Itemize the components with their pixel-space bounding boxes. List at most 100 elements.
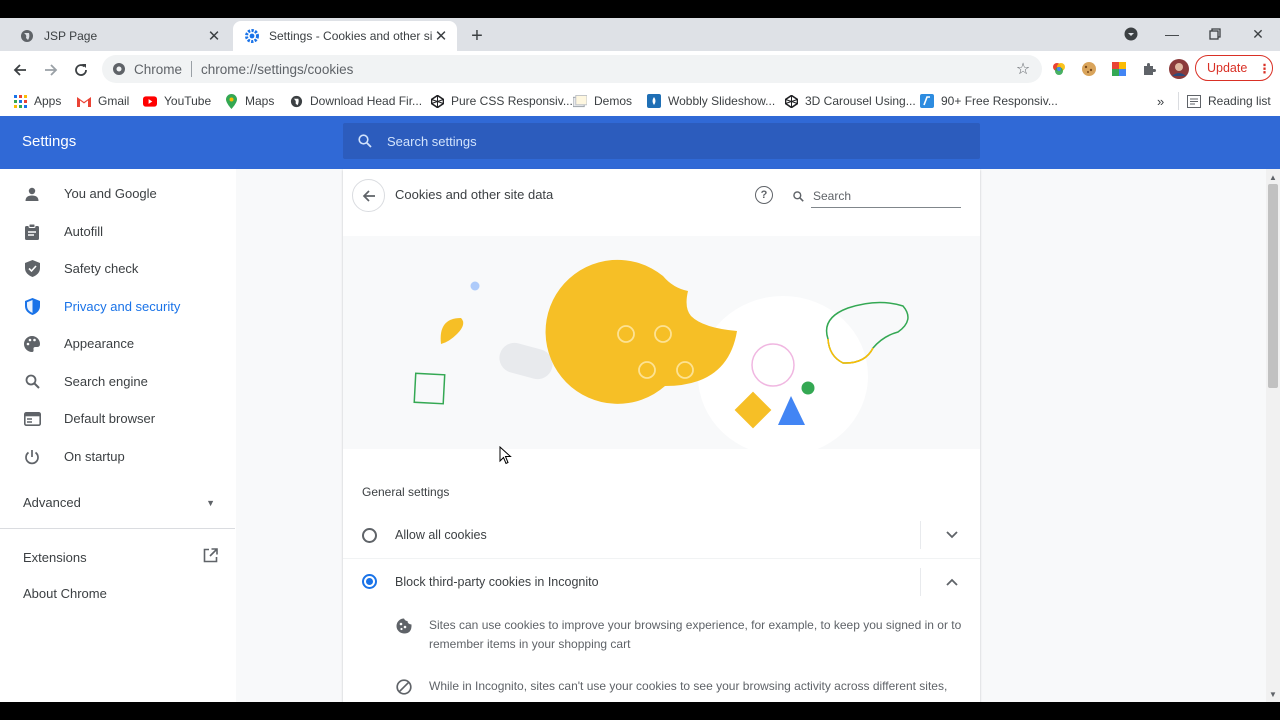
apps-grid-icon: [13, 94, 27, 108]
page-title: Cookies and other site data: [395, 187, 554, 202]
general-settings-heading: General settings: [362, 485, 450, 499]
sidebar-item-label: Autofill: [64, 224, 104, 239]
bookmark-90-free[interactable]: 90+ Free Responsiv...: [920, 92, 1058, 110]
radio-allow-all[interactable]: [362, 527, 377, 543]
minimize-icon[interactable]: —: [1161, 23, 1183, 45]
search-icon: [357, 133, 373, 149]
restore-icon[interactable]: [1204, 23, 1226, 45]
squares-extension-icon[interactable]: [1110, 60, 1128, 78]
cookie-extension-icon[interactable]: [1080, 60, 1098, 78]
tab-settings-cookies[interactable]: Settings - Cookies and other site ✕: [233, 21, 457, 51]
sidebar-about-chrome[interactable]: About Chrome: [23, 586, 107, 601]
mouse-cursor-icon: [499, 445, 512, 470]
bookmark-wobbly[interactable]: Wobbly Slideshow...: [647, 92, 775, 110]
sidebar-advanced[interactable]: Advanced ▼: [23, 495, 215, 510]
bookmark-maps[interactable]: Maps: [224, 92, 274, 110]
sidebar-item-safety-check[interactable]: Safety check: [0, 250, 236, 287]
avatar[interactable]: [1168, 58, 1190, 80]
clipboard-icon: [23, 223, 41, 241]
new-tab-button[interactable]: +: [466, 25, 488, 47]
advanced-label: Advanced: [23, 495, 81, 510]
radio-block-third-party-incognito[interactable]: [362, 574, 377, 589]
sidebar-item-you-and-google[interactable]: You and Google: [0, 175, 236, 212]
bookmark-label: Apps: [34, 94, 62, 108]
close-window-icon[interactable]: ✕: [1247, 23, 1269, 45]
bookmark-demos[interactable]: Demos: [573, 92, 632, 110]
row-separator: [920, 567, 921, 596]
bookmark-star-icon[interactable]: ☆: [1014, 60, 1032, 78]
tab-search-icon[interactable]: [1120, 23, 1142, 45]
forward-arrow-icon[interactable]: [38, 57, 64, 83]
card-header: Cookies and other site data ? Search: [343, 169, 980, 229]
close-tab-icon[interactable]: ✕: [432, 27, 450, 45]
cookies-settings-card: Cookies and other site data ? Search Gen…: [343, 169, 980, 702]
omnibox-chrome-label: Chrome: [134, 61, 183, 77]
browser-window: JSP Page ✕ Settings - Cookies and other …: [0, 18, 1280, 702]
row-separator: [920, 521, 921, 549]
codepen-icon: [784, 94, 798, 108]
puzzle-extensions-icon[interactable]: [1140, 60, 1158, 78]
sidebar-item-on-startup[interactable]: On startup: [0, 438, 236, 475]
address-bar[interactable]: Chrome chrome://settings/cookies ☆: [102, 55, 1042, 83]
more-vert-icon: ⋮: [1258, 61, 1271, 76]
sidebar-item-label: Search engine: [64, 374, 148, 389]
bookmark-apps[interactable]: Apps: [13, 92, 61, 110]
sidebar-divider: [0, 528, 235, 529]
bookmarks-overflow-icon[interactable]: »: [1157, 92, 1164, 110]
sidebar-item-default-browser[interactable]: Default browser: [0, 400, 236, 437]
search-icon: [23, 373, 41, 391]
reload-icon[interactable]: [68, 57, 94, 83]
cookies-illustration: [343, 236, 980, 456]
shield-icon: [23, 298, 41, 316]
settings-header: Settings Search settings: [0, 116, 1280, 169]
settings-search-input[interactable]: Search settings: [343, 123, 980, 159]
sidebar-item-label: Safety check: [64, 261, 139, 276]
bookmark-label: Wobbly Slideshow...: [668, 94, 776, 108]
close-tab-icon[interactable]: ✕: [205, 27, 223, 45]
cookies-search-placeholder: Search: [813, 189, 852, 203]
bookmark-label: YouTube: [164, 94, 212, 108]
sidebar-item-privacy-and-security[interactable]: Privacy and security: [0, 288, 236, 325]
sidebar-item-label: You and Google: [64, 186, 157, 201]
bookmark-download-head[interactable]: Download Head Fir...: [289, 92, 422, 110]
bookmark-youtube[interactable]: YouTube: [143, 92, 211, 110]
scroll-down-arrow-icon[interactable]: ▼: [1266, 688, 1280, 700]
block-icon: [395, 678, 413, 696]
tab-jsp-page[interactable]: JSP Page ✕: [8, 21, 230, 51]
scrollbar-thumb[interactable]: [1268, 184, 1278, 388]
bookmark-gmail[interactable]: Gmail: [77, 92, 129, 110]
option-block-third-party-incognito[interactable]: Block third-party cookies in Incognito: [343, 558, 980, 604]
back-button[interactable]: [352, 179, 385, 212]
sidebar-item-label: On startup: [64, 449, 125, 464]
gmail-icon: [77, 94, 91, 108]
expand-less-icon[interactable]: [944, 574, 960, 590]
expand-more-icon[interactable]: [944, 527, 960, 543]
bookmark-3d-carousel[interactable]: 3D Carousel Using...: [784, 92, 916, 110]
update-button[interactable]: Update ⋮: [1195, 55, 1273, 81]
url-text[interactable]: chrome://settings/cookies: [201, 62, 353, 77]
arrow-back-icon: [362, 189, 375, 202]
help-icon[interactable]: ?: [755, 186, 773, 204]
sidebar: You and Google Autofill Safety check Pri…: [0, 169, 236, 702]
reading-list-button[interactable]: Reading list: [1178, 92, 1271, 110]
sidebar-extensions[interactable]: Extensions: [23, 548, 218, 566]
extension-colorful-icon[interactable]: [1050, 60, 1068, 78]
sidebar-item-autofill[interactable]: Autofill: [0, 213, 236, 250]
detail-cookies-improve: Sites can use cookies to improve your br…: [395, 616, 965, 654]
option-allow-all-cookies[interactable]: Allow all cookies: [343, 512, 980, 558]
about-label: About Chrome: [23, 586, 107, 601]
sidebar-item-appearance[interactable]: Appearance: [0, 325, 236, 362]
detail-incognito-blocked: While in Incognito, sites can't use your…: [395, 677, 965, 696]
back-arrow-icon[interactable]: [7, 57, 33, 83]
settings-search-placeholder: Search settings: [387, 133, 477, 149]
bookmark-pure-css[interactable]: Pure CSS Responsiv...: [430, 92, 573, 110]
search-icon: [793, 190, 807, 202]
open-in-new-icon: [203, 548, 218, 566]
omnibox-separator: [191, 61, 193, 77]
sidebar-item-search-engine[interactable]: Search engine: [0, 363, 236, 400]
tab-strip: JSP Page ✕ Settings - Cookies and other …: [0, 18, 1280, 51]
cookies-search-input[interactable]: Search: [793, 184, 961, 208]
scroll-up-arrow-icon[interactable]: ▲: [1266, 171, 1280, 183]
page-scrollbar[interactable]: ▲ ▼: [1266, 169, 1280, 702]
codepen-icon: [430, 94, 444, 108]
